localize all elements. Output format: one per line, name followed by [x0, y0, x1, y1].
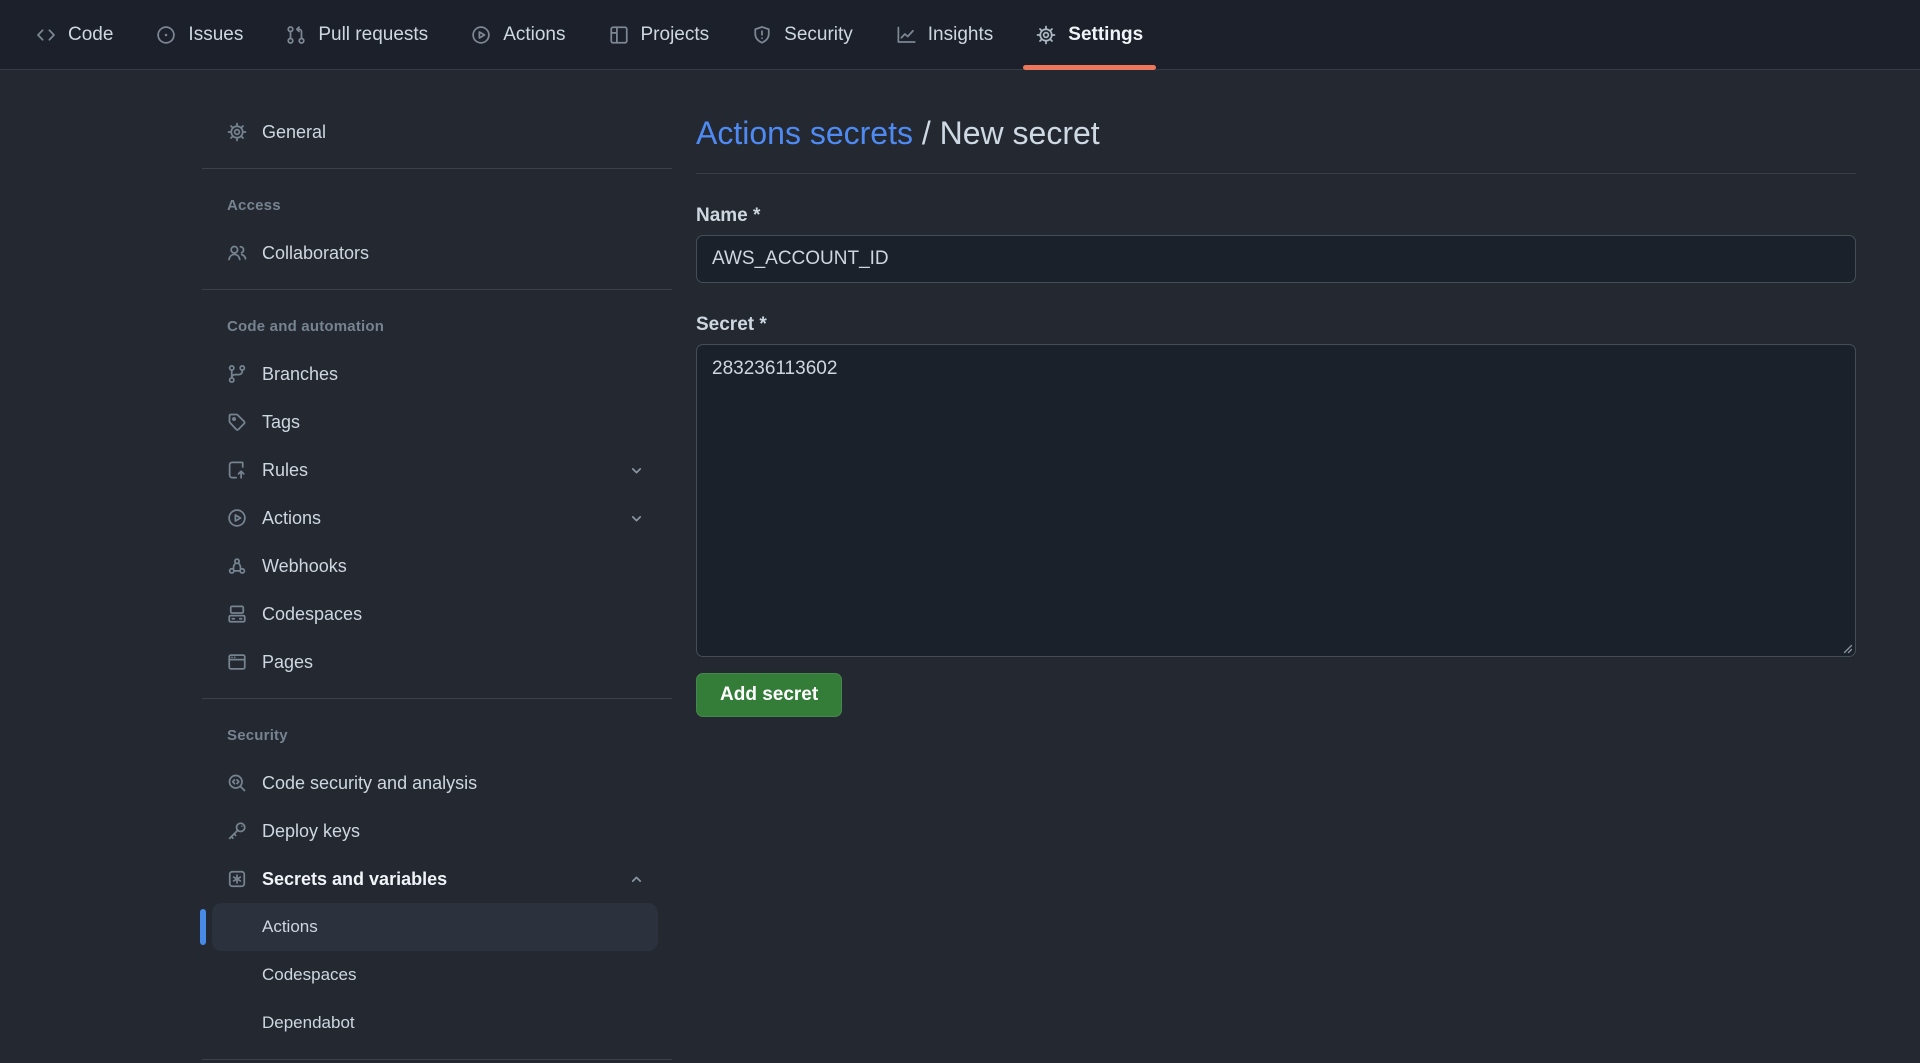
- chevron-up-icon: [628, 871, 645, 888]
- sidebar-item-label: Codespaces: [262, 604, 645, 625]
- codescan-icon: [227, 773, 247, 793]
- key-icon: [227, 821, 247, 841]
- tab-label: Settings: [1068, 24, 1143, 46]
- chevron-down-icon: [628, 462, 645, 479]
- sidebar-item-tags[interactable]: Tags: [202, 398, 672, 446]
- tab-actions[interactable]: Actions: [457, 0, 579, 69]
- secret-value-textarea[interactable]: 283236113602: [696, 344, 1856, 657]
- tab-label: Code: [68, 24, 113, 46]
- secret-value-wrap: 283236113602: [696, 344, 1856, 657]
- tab-label: Actions: [503, 24, 565, 46]
- tab-settings[interactable]: Settings: [1022, 0, 1157, 69]
- sidebar-subitem-label: Codespaces: [262, 965, 357, 985]
- sidebar-item-label: Tags: [262, 412, 645, 433]
- sidebar-item-code-security[interactable]: Code security and analysis: [202, 759, 672, 807]
- rules-icon: [227, 460, 247, 480]
- tab-label: Insights: [928, 24, 993, 46]
- name-label: Name *: [696, 203, 1856, 228]
- sidebar-subitem-label: Dependabot: [262, 1013, 355, 1033]
- sidebar-subitem-codespaces[interactable]: Codespaces: [212, 951, 658, 999]
- tab-insights[interactable]: Insights: [882, 0, 1007, 69]
- sidebar-item-label: Actions: [262, 508, 613, 529]
- codespaces-icon: [227, 604, 247, 624]
- tab-label: Security: [784, 24, 853, 46]
- tab-label: Pull requests: [318, 24, 428, 46]
- sidebar-item-label: Code security and analysis: [262, 773, 645, 794]
- pull-request-icon: [286, 25, 306, 45]
- tab-pull-requests[interactable]: Pull requests: [272, 0, 442, 69]
- sidebar-item-label: Pages: [262, 652, 645, 673]
- breadcrumb-current: / New secret: [922, 115, 1100, 151]
- sidebar-divider: [202, 1059, 672, 1060]
- sidebar-item-collaborators[interactable]: Collaborators: [202, 229, 672, 277]
- sidebar-divider: [202, 289, 672, 290]
- add-secret-button[interactable]: Add secret: [696, 673, 842, 717]
- asterisk-box-icon: [227, 869, 247, 889]
- sidebar-section-security: Security: [202, 711, 672, 759]
- sidebar-section-access: Access: [202, 181, 672, 229]
- sidebar-subitem-actions[interactable]: Actions: [212, 903, 658, 951]
- browser-icon: [227, 652, 247, 672]
- new-secret-panel: Actions secrets / New secret Name * Secr…: [696, 70, 1856, 717]
- sidebar-divider: [202, 698, 672, 699]
- sidebar-item-label: Rules: [262, 460, 613, 481]
- repo-tab-bar: Code Issues Pull requests Actions Projec…: [0, 0, 1920, 70]
- sidebar-item-general[interactable]: General: [202, 108, 672, 156]
- secret-name-input[interactable]: [696, 235, 1856, 283]
- sidebar-item-label: General: [262, 122, 645, 143]
- graph-icon: [896, 25, 916, 45]
- tab-projects[interactable]: Projects: [595, 0, 724, 69]
- tab-code[interactable]: Code: [22, 0, 127, 69]
- sidebar-item-codespaces[interactable]: Codespaces: [202, 590, 672, 638]
- tag-icon: [227, 412, 247, 432]
- sidebar-item-rules[interactable]: Rules: [202, 446, 672, 494]
- tab-label: Projects: [641, 24, 710, 46]
- git-branch-icon: [227, 364, 247, 384]
- sidebar-subitem-dependabot[interactable]: Dependabot: [212, 999, 658, 1047]
- sidebar-item-deploy-keys[interactable]: Deploy keys: [202, 807, 672, 855]
- gear-icon: [1036, 25, 1056, 45]
- table-icon: [609, 25, 629, 45]
- tab-issues[interactable]: Issues: [142, 0, 257, 69]
- play-icon: [227, 508, 247, 528]
- sidebar-item-label: Webhooks: [262, 556, 645, 577]
- chevron-down-icon: [628, 510, 645, 527]
- shield-icon: [752, 25, 772, 45]
- tab-security[interactable]: Security: [738, 0, 867, 69]
- code-icon: [36, 25, 56, 45]
- issue-opened-icon: [156, 25, 176, 45]
- sidebar-item-label: Collaborators: [262, 243, 645, 264]
- webhook-icon: [227, 556, 247, 576]
- sidebar-divider: [202, 168, 672, 169]
- sidebar-item-webhooks[interactable]: Webhooks: [202, 542, 672, 590]
- people-icon: [227, 243, 247, 263]
- sidebar-item-label: Secrets and variables: [262, 869, 613, 890]
- breadcrumb-actions-secrets-link[interactable]: Actions secrets: [696, 115, 913, 151]
- sidebar-item-actions[interactable]: Actions: [202, 494, 672, 542]
- play-icon: [471, 25, 491, 45]
- sidebar-item-branches[interactable]: Branches: [202, 350, 672, 398]
- sidebar-item-secrets-variables[interactable]: Secrets and variables: [202, 855, 672, 903]
- sidebar-item-pages[interactable]: Pages: [202, 638, 672, 686]
- sidebar-item-label: Branches: [262, 364, 645, 385]
- tab-label: Issues: [188, 24, 243, 46]
- gear-icon: [227, 122, 247, 142]
- textarea-resize-handle[interactable]: [1839, 640, 1853, 654]
- sidebar-section-code-automation: Code and automation: [202, 302, 672, 350]
- secret-label: Secret *: [696, 312, 1856, 337]
- sidebar-item-label: Deploy keys: [262, 821, 645, 842]
- settings-sidebar: General Access Collaborators Code and au…: [202, 70, 672, 1063]
- sidebar-subitem-label: Actions: [262, 917, 318, 937]
- page-title: Actions secrets / New secret: [696, 110, 1856, 174]
